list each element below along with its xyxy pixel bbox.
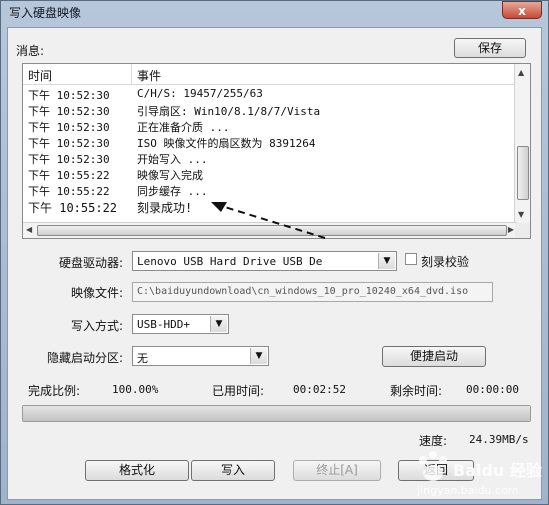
verify-checkbox[interactable] <box>405 253 417 265</box>
image-file-field[interactable]: C:\baiduyundownload\cn_windows_10_pro_10… <box>132 282 493 302</box>
hidden-partition-select[interactable]: 无 ▼ <box>132 346 269 366</box>
scroll-corner <box>515 223 530 238</box>
log-time: 下午 10:55:22 <box>28 185 110 198</box>
verify-label: 刻录校验 <box>421 255 470 269</box>
log-row[interactable]: 下午 10:52:30 引导扇区: Win10/8.1/8/7/Vista <box>23 102 517 118</box>
log-row[interactable]: 下午 10:52:30 ISO 映像文件的扇区数为 8391264 <box>23 134 517 150</box>
column-header-event[interactable]: 事件 <box>137 67 161 84</box>
log-time: 下午 10:52:30 <box>28 121 110 134</box>
log-row[interactable]: 下午 10:55:22 映像写入完成 <box>23 166 517 182</box>
scroll-thumb[interactable] <box>517 146 529 200</box>
quick-boot-button[interactable]: 便捷启动 <box>382 346 486 367</box>
scroll-right-icon[interactable]: ▶ <box>508 225 514 234</box>
title-bar[interactable]: 写入硬盘映像 x <box>1 1 548 23</box>
write-mode-label: 写入方式: <box>71 319 124 333</box>
image-file-label: 映像文件: <box>71 286 124 300</box>
log-row[interactable]: 下午 10:52:30 开始写入 ... <box>23 150 517 166</box>
log-time: 下午 10:55:22 <box>28 201 118 215</box>
remaining-label: 剩余时间: <box>390 384 443 398</box>
column-divider[interactable] <box>131 64 132 84</box>
baidu-watermark: Baidu 经验 jingyan.baidu.com <box>411 449 542 501</box>
baidu-paw-icon <box>419 451 447 481</box>
scroll-down-icon[interactable]: ▼ <box>518 210 524 219</box>
progress-fill <box>23 406 530 421</box>
elapsed-value: 00:02:52 <box>293 383 346 396</box>
abort-button[interactable]: 终止[A] <box>293 460 381 481</box>
hidden-partition-label: 隐藏启动分区: <box>47 351 124 365</box>
log-event: 刻录成功! <box>137 201 193 215</box>
write-mode-select[interactable]: USB-HDD+ ▼ <box>132 314 229 334</box>
speed-value: 24.39MB/s <box>469 433 529 446</box>
window-title: 写入硬盘映像 <box>9 6 82 20</box>
watermark-brand: Baidu 经验 <box>453 461 542 480</box>
scroll-up-icon[interactable]: ▲ <box>518 68 524 77</box>
format-button[interactable]: 格式化 <box>85 460 189 481</box>
chevron-down-icon[interactable]: ▼ <box>250 348 267 364</box>
messages-label: 消息: <box>16 44 45 58</box>
log-event: 引导扇区: Win10/8.1/8/7/Vista <box>137 105 321 118</box>
progress-bar <box>22 405 531 422</box>
log-event: C/H/S: 19457/255/63 <box>137 87 263 100</box>
drive-value: Lenovo USB Hard Drive USB De <box>137 255 323 268</box>
column-header-time[interactable]: 时间 <box>28 67 52 84</box>
log-row[interactable]: 下午 10:52:30 正在准备介质 ... <box>23 118 517 134</box>
speed-label: 速度: <box>419 434 448 448</box>
completion-label: 完成比例: <box>28 384 81 398</box>
log-time: 下午 10:55:22 <box>28 169 110 182</box>
log-time: 下午 10:52:30 <box>28 153 110 166</box>
log-row[interactable]: 下午 10:52:30 C/H/S: 19457/255/63 <box>23 86 517 102</box>
write-mode-value: USB-HDD+ <box>137 318 190 331</box>
watermark-site: jingyan.baidu.com <box>417 484 519 497</box>
image-file-path: C:\baiduyundownload\cn_windows_10_pro_10… <box>137 286 469 297</box>
log-vertical-scrollbar[interactable]: ▲ ▼ <box>514 64 530 224</box>
log-time: 下午 10:52:30 <box>28 89 110 102</box>
log-event: ISO 映像文件的扇区数为 8391264 <box>137 137 316 150</box>
log-time: 下午 10:52:30 <box>28 105 110 118</box>
completion-value: 100.00% <box>112 383 159 396</box>
log-event: 同步缓存 ... <box>137 185 208 198</box>
close-button[interactable]: x <box>502 1 542 19</box>
write-disk-image-window: 写入硬盘映像 x 消息: 保存 时间 事件 下午 10:52:30 C/H/S: … <box>0 0 549 505</box>
chevron-down-icon[interactable]: ▼ <box>378 253 395 269</box>
log-event: 开始写入 ... <box>137 153 208 166</box>
log-event: 映像写入完成 <box>137 169 203 182</box>
scroll-left-icon[interactable]: ◀ <box>26 225 32 234</box>
annotation-arrow-icon <box>211 202 326 239</box>
log-header: 时间 事件 <box>23 64 517 85</box>
hidden-partition-value: 无 <box>137 352 148 365</box>
save-button[interactable]: 保存 <box>454 38 526 58</box>
chevron-down-icon[interactable]: ▼ <box>210 316 227 332</box>
write-button[interactable]: 写入 <box>191 460 275 481</box>
dialog-body: 消息: 保存 时间 事件 下午 10:52:30 C/H/S: 19457/255… <box>7 27 542 500</box>
drive-label: 硬盘驱动器: <box>59 256 124 270</box>
elapsed-label: 已用时间: <box>212 384 265 398</box>
drive-select[interactable]: Lenovo USB Hard Drive USB De ▼ <box>132 251 397 271</box>
remaining-value: 00:00:00 <box>466 383 519 396</box>
log-event: 正在准备介质 ... <box>137 121 230 134</box>
log-time: 下午 10:52:30 <box>28 137 110 150</box>
